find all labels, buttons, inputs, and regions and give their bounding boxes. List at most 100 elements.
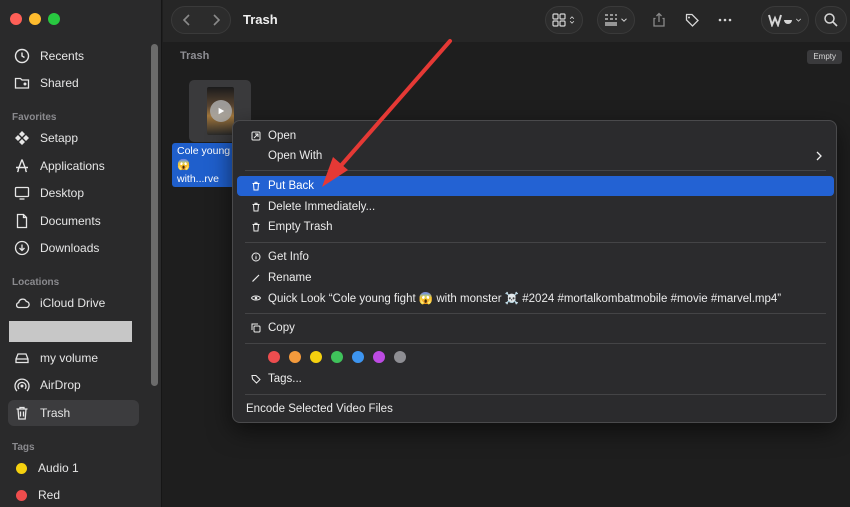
info-icon [249,250,263,264]
updown-chevron-icon [569,16,575,24]
menu-item-rename[interactable]: Rename [237,268,834,288]
grid-view-icon [552,13,566,27]
window-controls [10,13,60,25]
wondershare-extension-button[interactable] [761,6,809,34]
menu-item-put-back[interactable]: Put Back [237,176,834,196]
download-icon [13,239,31,257]
menu-item-label: Encode Selected Video Files [246,403,393,415]
path-label: Trash [180,50,210,62]
applications-icon [13,157,31,175]
search-button[interactable] [815,6,847,34]
sidebar-tag-red[interactable]: Red [8,482,139,507]
shared-folder-icon [13,74,31,92]
forward-button[interactable] [201,12,230,28]
sidebar-item-label: Recents [40,49,85,63]
tag-color-orange[interactable] [289,351,301,363]
menu-item-quick-look[interactable]: Quick Look “Cole young fight 😱 with mons… [237,288,834,308]
tag-color-purple[interactable] [373,351,385,363]
menu-item-label: Quick Look “Cole young fight 😱 with mons… [268,293,782,305]
sidebar-section-locations: Locations [12,277,60,288]
menu-item-copy[interactable]: Copy [237,318,834,338]
toolbar: Trash [163,0,850,42]
menu-item-delete-immediately[interactable]: Delete Immediately... [237,197,834,217]
menu-separator [245,343,826,344]
tag-color-red[interactable] [268,351,280,363]
search-icon [824,13,838,27]
setapp-icon [13,129,31,147]
view-mode-button[interactable] [545,6,583,34]
menu-item-label: Rename [268,272,312,284]
tag-color-green[interactable] [331,351,343,363]
sidebar-item-shared[interactable]: Shared [8,70,139,96]
airdrop-icon [13,376,31,394]
sidebar: Recents Shared Favorites Setapp Applicat… [0,0,162,507]
group-by-button[interactable] [597,6,635,34]
menu-item-get-info[interactable]: Get Info [237,247,834,267]
share-icon[interactable] [651,12,667,28]
file-name-label[interactable]: Cole young 😱 with...rve [172,143,236,187]
sidebar-item-airdrop[interactable]: AirDrop [8,372,139,398]
tag-color-gray[interactable] [394,351,406,363]
menu-item-encode-video[interactable]: Encode Selected Video Files [237,399,834,419]
zoom-button[interactable] [48,13,60,25]
menu-item-label: Delete Immediately... [268,201,376,213]
eye-icon [249,291,263,305]
back-button[interactable] [172,12,201,28]
menu-item-empty-trash[interactable]: Empty Trash [237,217,834,237]
context-menu: Open Open With Put Back Delete Immediate… [232,120,837,423]
chevron-down-icon [621,18,627,22]
tag-color-yellow[interactable] [310,351,322,363]
empty-button[interactable]: Empty [807,50,842,64]
sidebar-item-label: AirDrop [40,378,81,392]
sidebar-scrollbar[interactable] [151,44,158,386]
menu-item-open-with[interactable]: Open With [237,146,834,166]
trash-icon [249,220,263,234]
trash-icon [249,200,263,214]
sidebar-item-label: my volume [40,351,99,365]
menu-item-label: Get Info [268,251,309,263]
menu-item-label: Open With [268,150,323,162]
menu-item-label: Open [268,130,297,142]
sidebar-item-label: Setapp [40,131,79,145]
sidebar-item-icloud-drive[interactable]: iCloud Drive [8,290,139,316]
sidebar-item-applications[interactable]: Applications [8,153,139,179]
sidebar-item-trash[interactable]: Trash [8,400,139,426]
sidebar-section-tags: Tags [12,442,35,453]
minimize-button[interactable] [29,13,41,25]
pencil-icon [249,271,263,285]
sidebar-tag-audio-1[interactable]: Audio 1 [8,455,139,481]
menu-item-label: Tags... [268,373,302,385]
menu-separator [245,313,826,314]
file-name-line-2: 😱 with...rve [177,159,220,185]
clock-icon [13,47,31,65]
menu-separator [245,170,826,171]
action-buttons [643,6,741,34]
desktop-icon [13,184,31,202]
sidebar-item-label: Downloads [40,241,100,255]
sidebar-item-desktop[interactable]: Desktop [8,180,139,206]
tag-icon[interactable] [684,12,700,28]
sidebar-item-label: Documents [40,214,101,228]
chevron-right-icon [212,14,220,26]
menu-separator [245,242,826,243]
sidebar-item-documents[interactable]: Documents [8,208,139,234]
redacted-location [9,321,132,342]
tag-color-blue[interactable] [352,351,364,363]
close-button[interactable] [10,13,22,25]
cloud-icon [13,294,31,312]
more-icon[interactable] [717,12,733,28]
menu-separator [245,394,826,395]
sidebar-item-label: iCloud Drive [40,296,106,310]
sidebar-item-downloads[interactable]: Downloads [8,235,139,261]
drive-icon [13,349,31,367]
menu-item-tags[interactable]: Tags... [237,369,834,389]
tag-color-dot [16,489,27,501]
menu-item-open[interactable]: Open [237,126,834,146]
nav-buttons [171,6,231,34]
sidebar-item-label: Desktop [40,186,85,200]
document-icon [13,212,31,230]
sidebar-item-my-volume[interactable]: my volume [8,345,139,371]
sidebar-item-setapp[interactable]: Setapp [8,125,139,151]
sidebar-item-recents[interactable]: Recents [8,43,139,69]
sidebar-item-label: Applications [40,159,105,173]
